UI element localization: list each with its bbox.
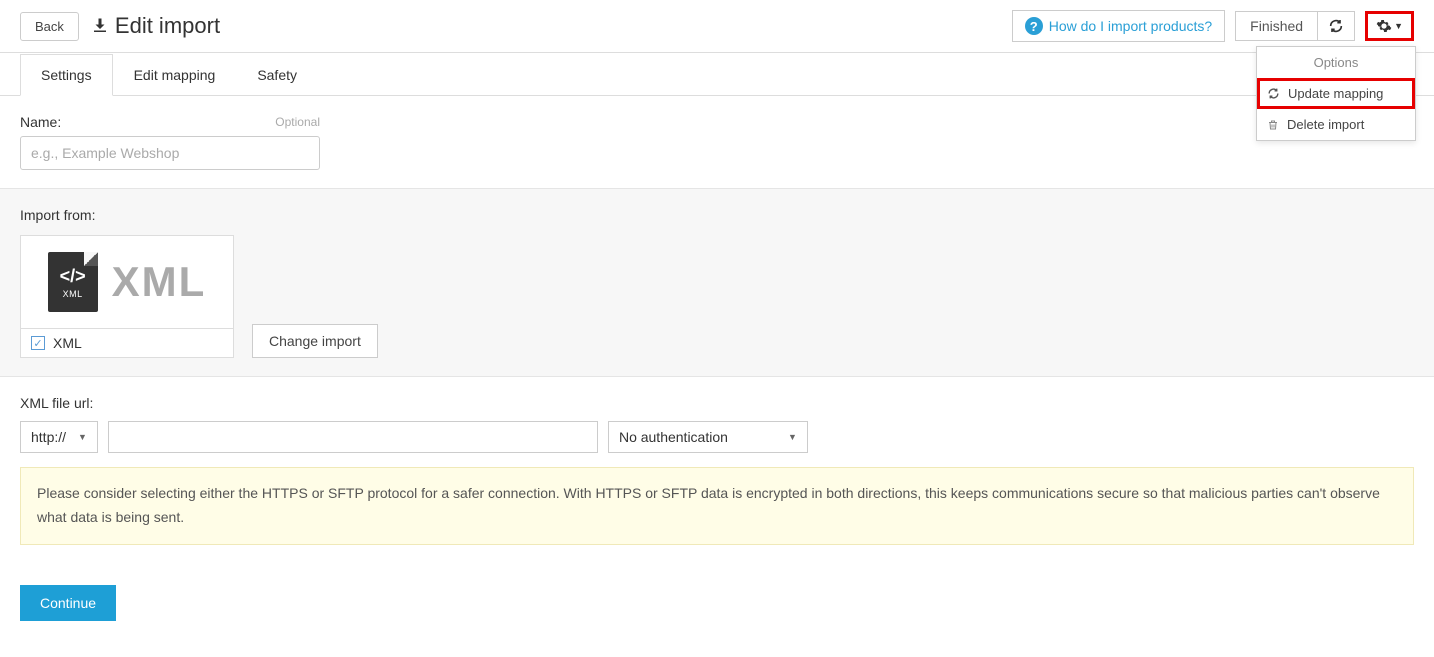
options-dropdown: Options Update mapping Delete import xyxy=(1256,46,1416,141)
dropdown-header: Options xyxy=(1257,47,1415,78)
download-icon xyxy=(91,17,109,35)
protocol-warning: Please consider selecting either the HTT… xyxy=(20,467,1414,545)
protocol-select[interactable]: http:// ▼ xyxy=(20,421,98,453)
delete-import-item[interactable]: Delete import xyxy=(1257,109,1415,140)
import-from-section: Import from: </> XML XML ✓ XML Change im… xyxy=(0,188,1434,377)
url-input[interactable] xyxy=(108,421,598,453)
url-section: XML file url: http:// ▼ No authenticatio… xyxy=(0,377,1434,563)
auth-select[interactable]: No authentication ▼ xyxy=(608,421,808,453)
update-mapping-item[interactable]: Update mapping xyxy=(1257,78,1415,109)
import-row: </> XML XML ✓ XML Change import xyxy=(20,235,1414,358)
xml-checkbox-label: XML xyxy=(53,335,82,351)
status-text: Finished xyxy=(1236,12,1317,40)
import-from-label: Import from: xyxy=(20,207,1414,223)
url-row: http:// ▼ No authentication ▼ xyxy=(20,421,1414,453)
tabs: Settings Edit mapping Safety xyxy=(0,53,1434,96)
import-card-footer: ✓ XML xyxy=(21,328,233,357)
optional-label: Optional xyxy=(275,115,320,129)
refresh-button[interactable] xyxy=(1317,12,1354,40)
delete-import-label: Delete import xyxy=(1287,117,1364,132)
name-label: Name: xyxy=(20,114,61,130)
tab-safety[interactable]: Safety xyxy=(236,54,318,96)
code-bracket-icon: </> xyxy=(60,266,86,287)
help-icon: ? xyxy=(1025,17,1043,35)
page-title: Edit import xyxy=(115,13,220,39)
trash-icon xyxy=(1267,119,1279,131)
update-mapping-label: Update mapping xyxy=(1288,86,1383,101)
tab-settings[interactable]: Settings xyxy=(20,54,113,96)
back-button[interactable]: Back xyxy=(20,12,79,41)
caret-down-icon: ▼ xyxy=(788,432,797,442)
import-card-body: </> XML XML xyxy=(21,236,233,328)
name-input[interactable] xyxy=(20,136,320,170)
name-field-row: Name: Optional xyxy=(20,114,320,130)
xml-file-icon: </> XML xyxy=(48,252,98,312)
caret-down-icon: ▼ xyxy=(1394,21,1403,31)
status-box: Finished xyxy=(1235,11,1355,41)
help-text: How do I import products? xyxy=(1049,18,1212,34)
change-import-button[interactable]: Change import xyxy=(252,324,378,358)
refresh-icon xyxy=(1267,87,1280,100)
url-label: XML file url: xyxy=(20,395,1414,411)
gear-icon xyxy=(1376,18,1392,34)
title-wrap: Edit import xyxy=(91,13,220,39)
xml-icon-text: XML xyxy=(63,289,83,299)
name-section: Name: Optional xyxy=(0,96,1434,188)
header-right: ? How do I import products? Finished ▼ xyxy=(1012,10,1414,42)
header: Back Edit import ? How do I import produ… xyxy=(0,0,1434,53)
xml-checkbox[interactable]: ✓ xyxy=(31,336,45,350)
auth-value: No authentication xyxy=(619,429,728,445)
xml-type-label: XML xyxy=(112,258,207,306)
help-link[interactable]: ? How do I import products? xyxy=(1012,10,1225,42)
caret-down-icon: ▼ xyxy=(78,432,87,442)
protocol-value: http:// xyxy=(31,429,66,445)
gear-menu-button[interactable]: ▼ xyxy=(1365,11,1414,41)
continue-button[interactable]: Continue xyxy=(20,585,116,621)
import-card: </> XML XML ✓ XML xyxy=(20,235,234,358)
tab-edit-mapping[interactable]: Edit mapping xyxy=(113,54,237,96)
